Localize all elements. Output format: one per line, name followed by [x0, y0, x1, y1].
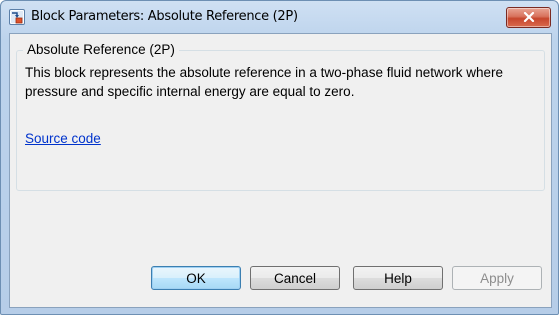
title-bar[interactable]: Block Parameters: Absolute Reference (2P… [1, 1, 558, 33]
source-code-link[interactable]: Source code [25, 131, 101, 146]
cancel-button[interactable]: Cancel [250, 266, 340, 290]
close-button[interactable] [506, 7, 551, 28]
dialog-window: Block Parameters: Absolute Reference (2P… [0, 0, 559, 315]
apply-button[interactable]: Apply [452, 266, 542, 290]
block-parameters-icon [9, 9, 25, 25]
help-button[interactable]: Help [353, 266, 443, 290]
dialog-client-area: Absolute Reference (2P) This block repre… [9, 33, 552, 308]
block-description: This block represents the absolute refer… [25, 65, 504, 99]
description-group: Absolute Reference (2P) This block repre… [16, 42, 545, 191]
window-title: Block Parameters: Absolute Reference (2P… [31, 9, 298, 24]
group-title: Absolute Reference (2P) [23, 42, 179, 57]
close-icon [523, 9, 535, 27]
ok-button[interactable]: OK [151, 266, 241, 290]
